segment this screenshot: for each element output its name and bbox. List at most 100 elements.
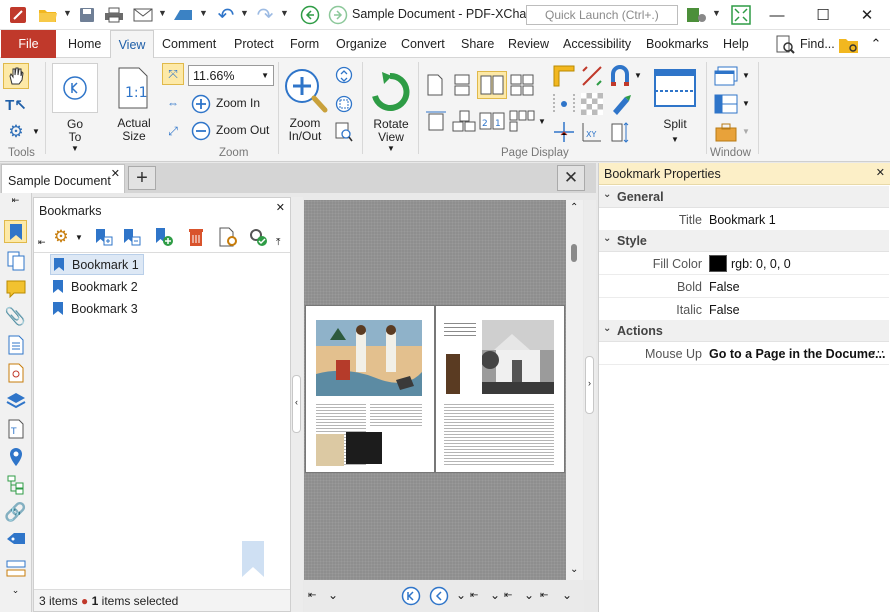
signatures-panel-icon[interactable] [4, 361, 27, 384]
tab-protect[interactable]: Protect [234, 37, 274, 51]
close-button[interactable]: ✕ [844, 0, 890, 30]
collapse-panel-icon[interactable]: ⇤ [4, 195, 27, 205]
thumbnails-panel-icon[interactable] [4, 249, 27, 272]
zoom-in-out-button[interactable]: Zoom In/Out [282, 117, 328, 143]
color-fill-icon[interactable] [608, 92, 632, 116]
comments-panel-icon[interactable] [4, 277, 27, 300]
zoom-arrows-icon[interactable] [334, 65, 354, 85]
section-actions[interactable]: ⌄ Actions [599, 320, 889, 342]
find-button[interactable]: Find... [800, 37, 835, 51]
tags-list-icon[interactable] [4, 529, 27, 552]
property-row-bold[interactable]: Bold False [599, 275, 889, 298]
collapse-all-icon[interactable] [120, 225, 144, 249]
single-page-icon[interactable] [424, 72, 446, 98]
find-icon[interactable] [772, 35, 798, 55]
section-style[interactable]: ⌄ Style [599, 230, 889, 252]
close-tab-icon[interactable]: ✕ [111, 167, 120, 180]
split-button[interactable]: Split [652, 118, 698, 131]
chevron-down-icon[interactable]: ⌄ [562, 588, 572, 602]
minimize-button[interactable]: — [754, 0, 800, 30]
chevron-down-icon[interactable]: ▼ [63, 8, 72, 18]
list-item[interactable]: Bookmark 1 [50, 254, 144, 275]
zoom-marquee-icon[interactable] [334, 94, 354, 114]
bookmark-options-icon[interactable]: ⚙ [48, 225, 74, 249]
chevron-down-icon[interactable]: ▼ [633, 70, 643, 80]
collapse-left-icon[interactable]: ‹ [292, 375, 301, 433]
email-icon[interactable] [130, 4, 156, 26]
close-panel-icon[interactable]: ✕ [876, 166, 885, 179]
links-panel-icon[interactable]: 🔗 [4, 501, 27, 524]
add-bookmark-icon[interactable] [152, 225, 176, 249]
zoom-in-out-icon[interactable] [282, 66, 330, 116]
bookmark-properties-icon[interactable] [216, 225, 240, 249]
customize-icon[interactable] [684, 4, 710, 26]
bookmarks-panel-icon[interactable] [4, 220, 27, 243]
tags-panel-icon[interactable]: T [4, 417, 27, 440]
actual-size-button[interactable]: Actual Size [110, 117, 158, 143]
chevron-down-icon[interactable]: ▼ [74, 232, 84, 242]
workspace-icon[interactable] [712, 120, 740, 144]
chevron-down-icon[interactable]: ▼ [30, 125, 42, 137]
chevron-down-icon[interactable]: ▼ [537, 116, 547, 126]
fields-panel-icon[interactable] [4, 557, 27, 580]
tab-share[interactable]: Share [461, 37, 494, 51]
select-text-icon[interactable]: T↖ [3, 93, 29, 117]
print-icon[interactable] [102, 4, 126, 26]
new-window-icon[interactable] [712, 64, 740, 88]
tab-comment[interactable]: Comment [162, 37, 216, 51]
collapse-ribbon-icon[interactable]: ⌃ [868, 36, 884, 52]
quick-launch-input[interactable]: Quick Launch (Ctrl+.) [526, 5, 678, 25]
structure-panel-icon[interactable] [4, 473, 27, 496]
previous-page-button[interactable] [428, 585, 450, 607]
section-general[interactable]: ⌄ General [599, 186, 889, 208]
close-panel-icon[interactable]: ✕ [276, 201, 285, 214]
chevron-down-icon[interactable]: ▼ [158, 8, 167, 18]
fullscreen-icon[interactable] [728, 4, 754, 26]
property-row-title[interactable]: Title Bookmark 1 [599, 208, 889, 231]
first-page-icon[interactable]: ⇤ [308, 590, 316, 601]
first-page-icon[interactable]: ⇤ [504, 590, 512, 601]
go-to-button[interactable]: Go To [52, 118, 98, 144]
destinations-panel-icon[interactable] [4, 445, 27, 468]
tile-windows-icon[interactable] [712, 92, 740, 116]
page-numbers-icon[interactable]: 21 [478, 108, 506, 134]
first-page-icon[interactable]: ⇤ [540, 590, 548, 601]
measure-icon[interactable] [580, 64, 604, 88]
back-icon[interactable] [298, 4, 322, 26]
collapse-toolbar-icon[interactable]: ⇤ [38, 237, 46, 248]
scroll-thumb[interactable] [571, 244, 577, 262]
property-value[interactable]: Go to a Page in the Docume... [709, 347, 885, 361]
tab-home[interactable]: Home [68, 37, 101, 51]
vertical-scrollbar[interactable]: ⌃ ⌄ [566, 200, 583, 580]
zoom-out-button[interactable]: Zoom Out [216, 124, 269, 137]
more-panels-icon[interactable]: ⌄ [4, 584, 27, 596]
tab-organize[interactable]: Organize [336, 37, 387, 51]
tab-view[interactable]: View [110, 30, 154, 59]
rotate-view-icon[interactable] [366, 68, 414, 116]
folder-search-icon[interactable] [836, 34, 862, 56]
attachments-panel-icon[interactable]: 📎 [4, 305, 27, 328]
tab-convert[interactable]: Convert [401, 37, 445, 51]
grid-icon[interactable] [552, 92, 576, 116]
property-row-mouse-up[interactable]: Mouse Up Go to a Page in the Docume... ⋯ [599, 342, 889, 365]
transparency-grid-icon[interactable] [580, 92, 604, 116]
actual-size-icon[interactable]: 1:1 [113, 64, 153, 112]
loupe-icon[interactable] [334, 121, 354, 143]
chevron-down-icon[interactable]: ▼ [240, 8, 249, 18]
chevron-down-icon[interactable]: ▼ [386, 144, 396, 153]
property-value[interactable]: Bookmark 1 [709, 213, 776, 227]
zoom-in-button[interactable]: Zoom In [216, 97, 260, 110]
panel-splitter[interactable]: ‹ [291, 197, 303, 612]
continuous-facing-icon[interactable] [509, 72, 535, 98]
new-tab-button[interactable]: + [128, 166, 156, 190]
fit-visible-icon[interactable]: ⤢ [162, 120, 184, 142]
bookmark-settings-icon[interactable] [246, 225, 270, 249]
layout-options-icon[interactable] [508, 108, 536, 134]
undo-icon[interactable]: ↶ [214, 4, 238, 27]
chevron-down-icon[interactable]: ▼ [741, 98, 751, 108]
panel-splitter[interactable]: › [584, 200, 596, 580]
first-page-button[interactable] [400, 585, 422, 607]
fit-width-icon[interactable]: ⇔ [162, 92, 184, 114]
snapshot-tool-icon[interactable]: ⚙ [3, 120, 29, 144]
delete-bookmark-icon[interactable] [184, 225, 208, 249]
